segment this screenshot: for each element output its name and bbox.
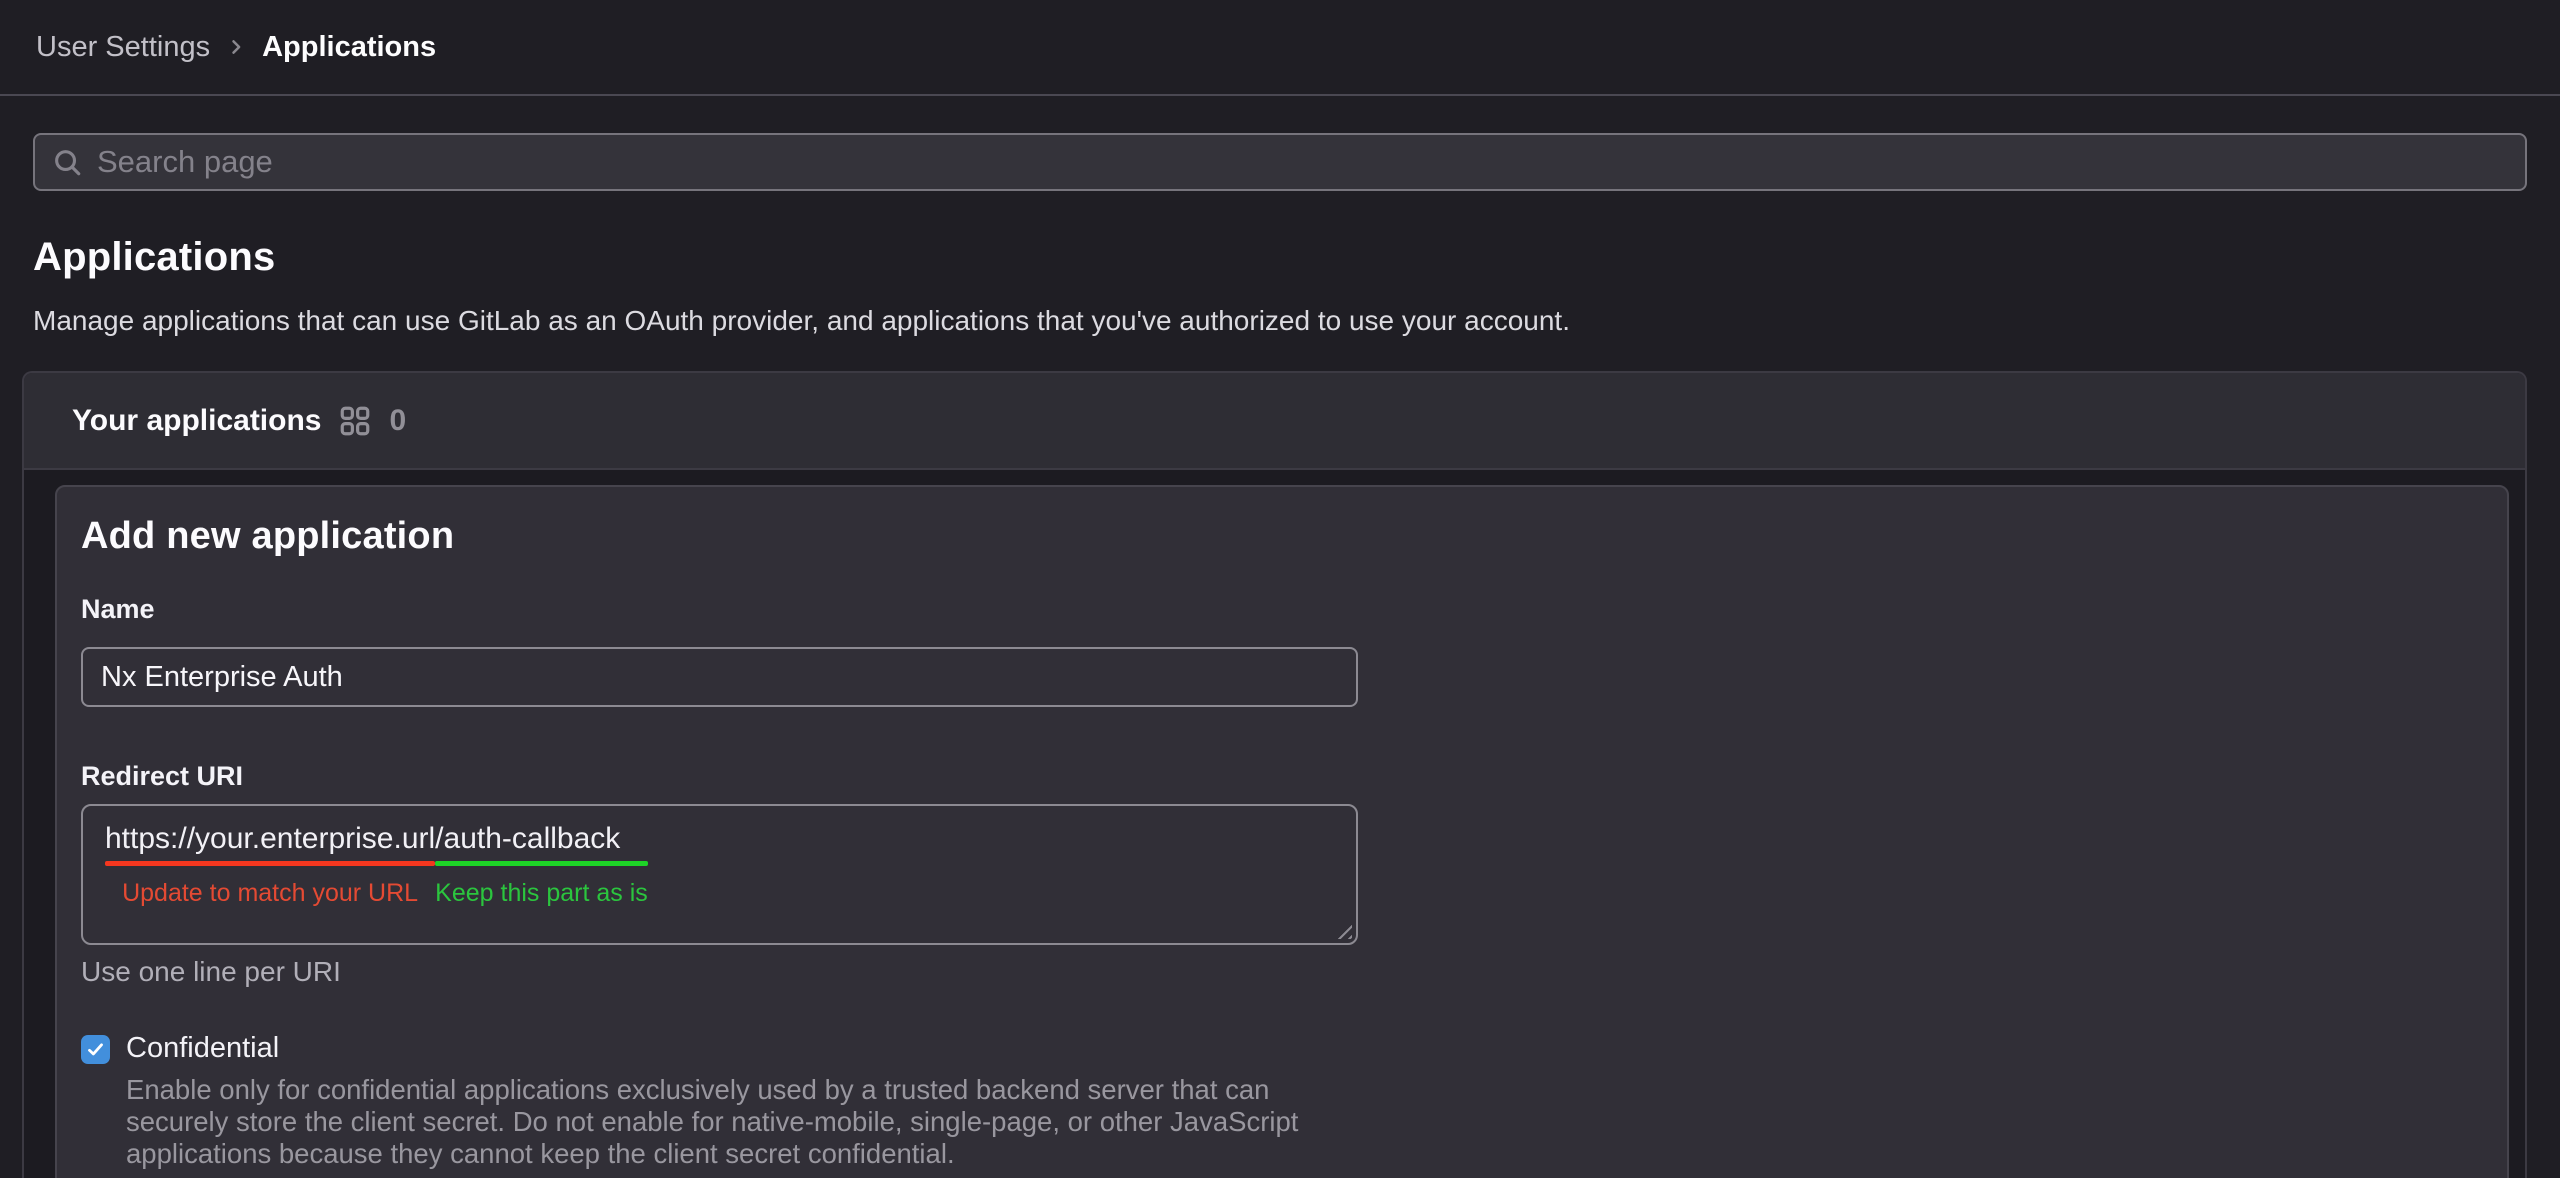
page-description: Manage applications that can use GitLab … [33,305,2527,337]
add-new-application-title: Add new application [81,515,2483,558]
page-title: Applications [33,235,2527,280]
name-label: Name [81,594,2483,625]
annotation-red-text: Update to match your URL [122,879,418,908]
application-name-input[interactable] [81,647,1358,707]
add-new-application-panel: Add new application Name Redirect URI ht… [55,485,2509,1178]
search-input[interactable] [97,135,2508,189]
your-applications-card: Your applications 0 Add new application … [22,371,2527,1178]
confidential-checkbox[interactable] [81,1035,110,1064]
annotation-green-text: Keep this part as is [435,879,648,908]
redirect-uri-label: Redirect URI [81,761,2483,792]
redirect-uri-path-part: /auth-callback [435,822,620,855]
breadcrumb-bar: User Settings Applications [0,0,2560,96]
breadcrumb-link-user-settings[interactable]: User Settings [36,31,210,64]
confidential-help-text: Enable only for confidential application… [126,1074,1336,1170]
textarea-resize-handle[interactable] [1335,922,1352,939]
confidential-row: Confidential Enable only for confidentia… [81,1032,2483,1170]
red-underline [105,861,435,866]
confidential-label[interactable]: Confidential [126,1032,1336,1065]
your-applications-body: Add new application Name Redirect URI ht… [24,470,2525,1178]
redirect-uri-host-part: https://your.enterprise.url [105,822,435,855]
search-icon [52,147,83,178]
checkmark-icon [85,1039,106,1060]
applications-grid-icon [340,406,370,436]
your-applications-title: Your applications [72,404,321,438]
redirect-uri-value: https://your.enterprise.url/auth-callbac… [105,819,1334,859]
annotation-red-group: https://your.enterprise.url Update to ma… [105,861,435,908]
confidential-text-block: Confidential Enable only for confidentia… [126,1032,1336,1170]
search-page-field[interactable] [33,133,2527,191]
redirect-uri-hint: Use one line per URI [81,956,2483,988]
chevron-right-icon [226,37,246,57]
breadcrumb: User Settings Applications [36,31,436,64]
redirect-uri-textarea[interactable]: https://your.enterprise.url/auth-callbac… [81,804,1358,945]
annotation-green-group: /auth-callback Keep this part as is [435,861,648,908]
your-applications-header: Your applications 0 [24,373,2525,470]
main-content: Applications Manage applications that ca… [0,133,2560,1178]
redirect-uri-annotations: https://your.enterprise.url Update to ma… [105,861,1334,908]
breadcrumb-current-applications: Applications [262,31,436,64]
applications-count-badge: 0 [389,404,406,438]
green-underline [435,861,648,866]
